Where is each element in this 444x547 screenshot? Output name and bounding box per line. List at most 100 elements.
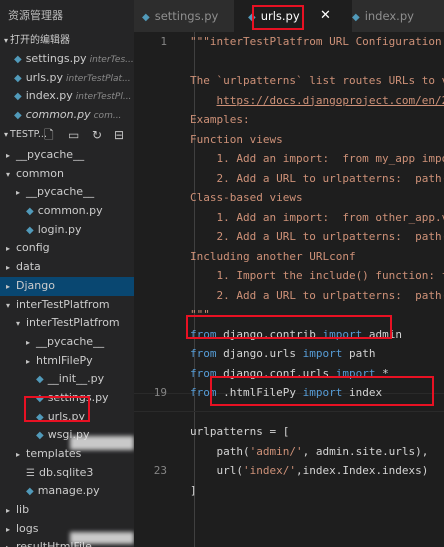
open-editors-header[interactable]: ▾ 打开的编辑器 [0,32,134,50]
blur-overlay [70,532,134,544]
tree-folder[interactable]: ▾ common [0,165,134,184]
code-token: """interTestPlatfrom URL Configuration [190,35,442,48]
code-token: , admin.site.urls), [302,444,429,458]
chevron-right-icon: ▸ [6,539,16,547]
explorer-sidebar: 资源管理器 ▾ 打开的编辑器 ◆ settings.py interTes... ◆ ur… [0,0,134,547]
chevron-right-icon: ▸ [16,450,21,459]
code-text: https://docs.djangoproject.com/en/2 [190,91,444,110]
tree-item-label: __init__.py [47,372,105,386]
code-editor[interactable]: 1 """interTestPlatfrom URL Configuration T… [134,32,444,547]
chevron-right-icon: ▸ [26,356,31,366]
python-file-icon: ◆ [352,12,360,23]
python-file-icon: ◆ [14,54,22,65]
tree-folder[interactable]: ▸ __pycache__ [0,183,134,202]
tree-file[interactable]: ☰ db.sqlite3 [0,464,134,483]
code-text: 1. Import the include() function: f [190,266,444,285]
code-text: Class-based views [190,188,303,207]
code-token: 1. Import the include() function: f [190,269,444,282]
code-token: from [190,347,217,360]
tree-folder[interactable]: ▸ config [0,239,134,258]
highlight-box-urls-file [24,396,90,422]
tree-folder[interactable]: ▸ lib [0,501,134,520]
tree-item-label: Django [16,278,55,292]
code-token: ] [190,483,197,497]
tree-item-label: logs [16,521,39,535]
tree-file[interactable]: ◆ __init__.py [0,370,134,389]
tab-label: settings.py [154,9,219,23]
chevron-right-icon: ▸ [6,263,11,273]
python-file-icon: ◆ [14,72,22,84]
blur-overlay [70,436,134,450]
tree-item-label: __pycache__ [16,148,85,161]
tree-item-label: manage.py [37,484,100,498]
refresh-icon[interactable]: ↻ [92,124,102,146]
new-folder-icon[interactable]: ▭ [68,124,79,146]
tree-item-label: __pycache__ [36,334,105,348]
python-file-icon: ◆ [142,12,150,23]
open-editor-folder: interTestPlat... [65,73,131,84]
open-editor-item[interactable]: ◆ common.py com... [0,106,134,125]
tree-item-label: common [16,166,64,180]
code-token: 'index/' [242,464,296,477]
code-token: https://docs.djangoproject.com/en/2 [216,93,444,107]
highlight-box-url-line [210,376,434,406]
tree-folder[interactable]: ▸ Django [0,276,134,296]
tree-file[interactable]: ◆ login.py [0,221,134,240]
code-text: Function views [190,130,283,149]
tab-index[interactable]: ◆ index.py [352,0,414,32]
chevron-right-icon: ▸ [6,524,11,534]
open-editor-item[interactable]: ◆ index.py interTestPl... [0,87,134,106]
tab-label: index.py [364,9,414,23]
tree-item-label: __pycache__ [26,185,95,199]
code-text: 1. Add an import: from other_app.v [190,208,444,227]
open-editor-folder: interTes... [89,55,134,65]
code-token: Examples: [190,113,250,126]
tree-item-label: interTestPlatfrom [26,316,120,330]
line-number: 1 [160,35,167,48]
code-text: 2. Add a URL to urlpatterns: path( [190,227,444,246]
line-number: 19 [153,386,167,399]
tree-item-label: data [16,260,41,274]
code-text: Examples: [190,110,250,129]
tree-item-label: common.py [37,204,103,218]
code-token: 1. Add an import: from my_app impo [190,152,444,165]
tree-folder[interactable]: ▸ data [0,258,134,277]
chevron-right-icon: ▸ [26,337,31,347]
tree-folder[interactable]: ▾ interTestPlatfrom [0,296,134,315]
collapse-all-icon[interactable]: ⊟ [114,124,124,146]
tree-folder[interactable]: ▾ interTestPlatfrom [0,314,134,333]
open-editor-filename: common.py [25,107,91,121]
chevron-right-icon: ▸ [6,281,11,291]
highlight-box-import-line [186,315,392,339]
new-file-icon[interactable]: 🗋 [44,124,54,146]
open-editors-list: ◆ settings.py interTes... ◆ urls.py interTest… [0,50,134,124]
explorer-tree-header[interactable]: ▾ TESTP... 🗋 ▭ ↻ ⊟ [0,124,134,146]
python-file-icon: ◆ [36,430,44,442]
open-editor-item[interactable]: ◆ settings.py interTes... [0,50,134,69]
tree-folder[interactable]: ▸ htmlFilePy [0,352,134,371]
python-file-icon: ◆ [26,206,34,218]
code-text: 2. Add a URL to urlpatterns: path( [190,286,444,305]
close-icon[interactable]: ✕ [320,0,331,32]
python-file-icon: ◆ [14,109,22,121]
code-token: The `urlpatterns` list routes URLs to v [190,74,444,87]
code-text: urlpatterns = [ [190,422,289,441]
open-editor-item[interactable]: ◆ urls.py interTestPlat... [0,69,134,88]
tree-file[interactable]: ◆ manage.py [0,482,134,501]
tree-folder[interactable]: ▸ __pycache__ [0,333,134,352]
open-editor-folder: interTestPl... [75,92,132,102]
code-text: The `urlpatterns` list routes URLs to v [190,71,444,90]
tab-settings[interactable]: ◆ settings.py [142,0,218,32]
code-text: Including another URLconf [190,247,356,266]
tree-folder[interactable]: ▸ __pycache__ [0,146,134,165]
code-text: path('admin/', admin.site.urls), [190,442,428,461]
file-tree: ▸ __pycache__ ▾ common ▸ __pycache__ ◆ common.p… [0,146,134,547]
code-text: url('index/',index.Index.indexs) [190,461,428,480]
code-token: path [342,347,376,360]
tree-file[interactable]: ◆ common.py [0,202,134,221]
code-text: from django.urls import path [190,344,375,363]
code-token: Class-based views [190,191,303,204]
line-number: 23 [153,464,167,477]
code-token: import [302,347,343,360]
